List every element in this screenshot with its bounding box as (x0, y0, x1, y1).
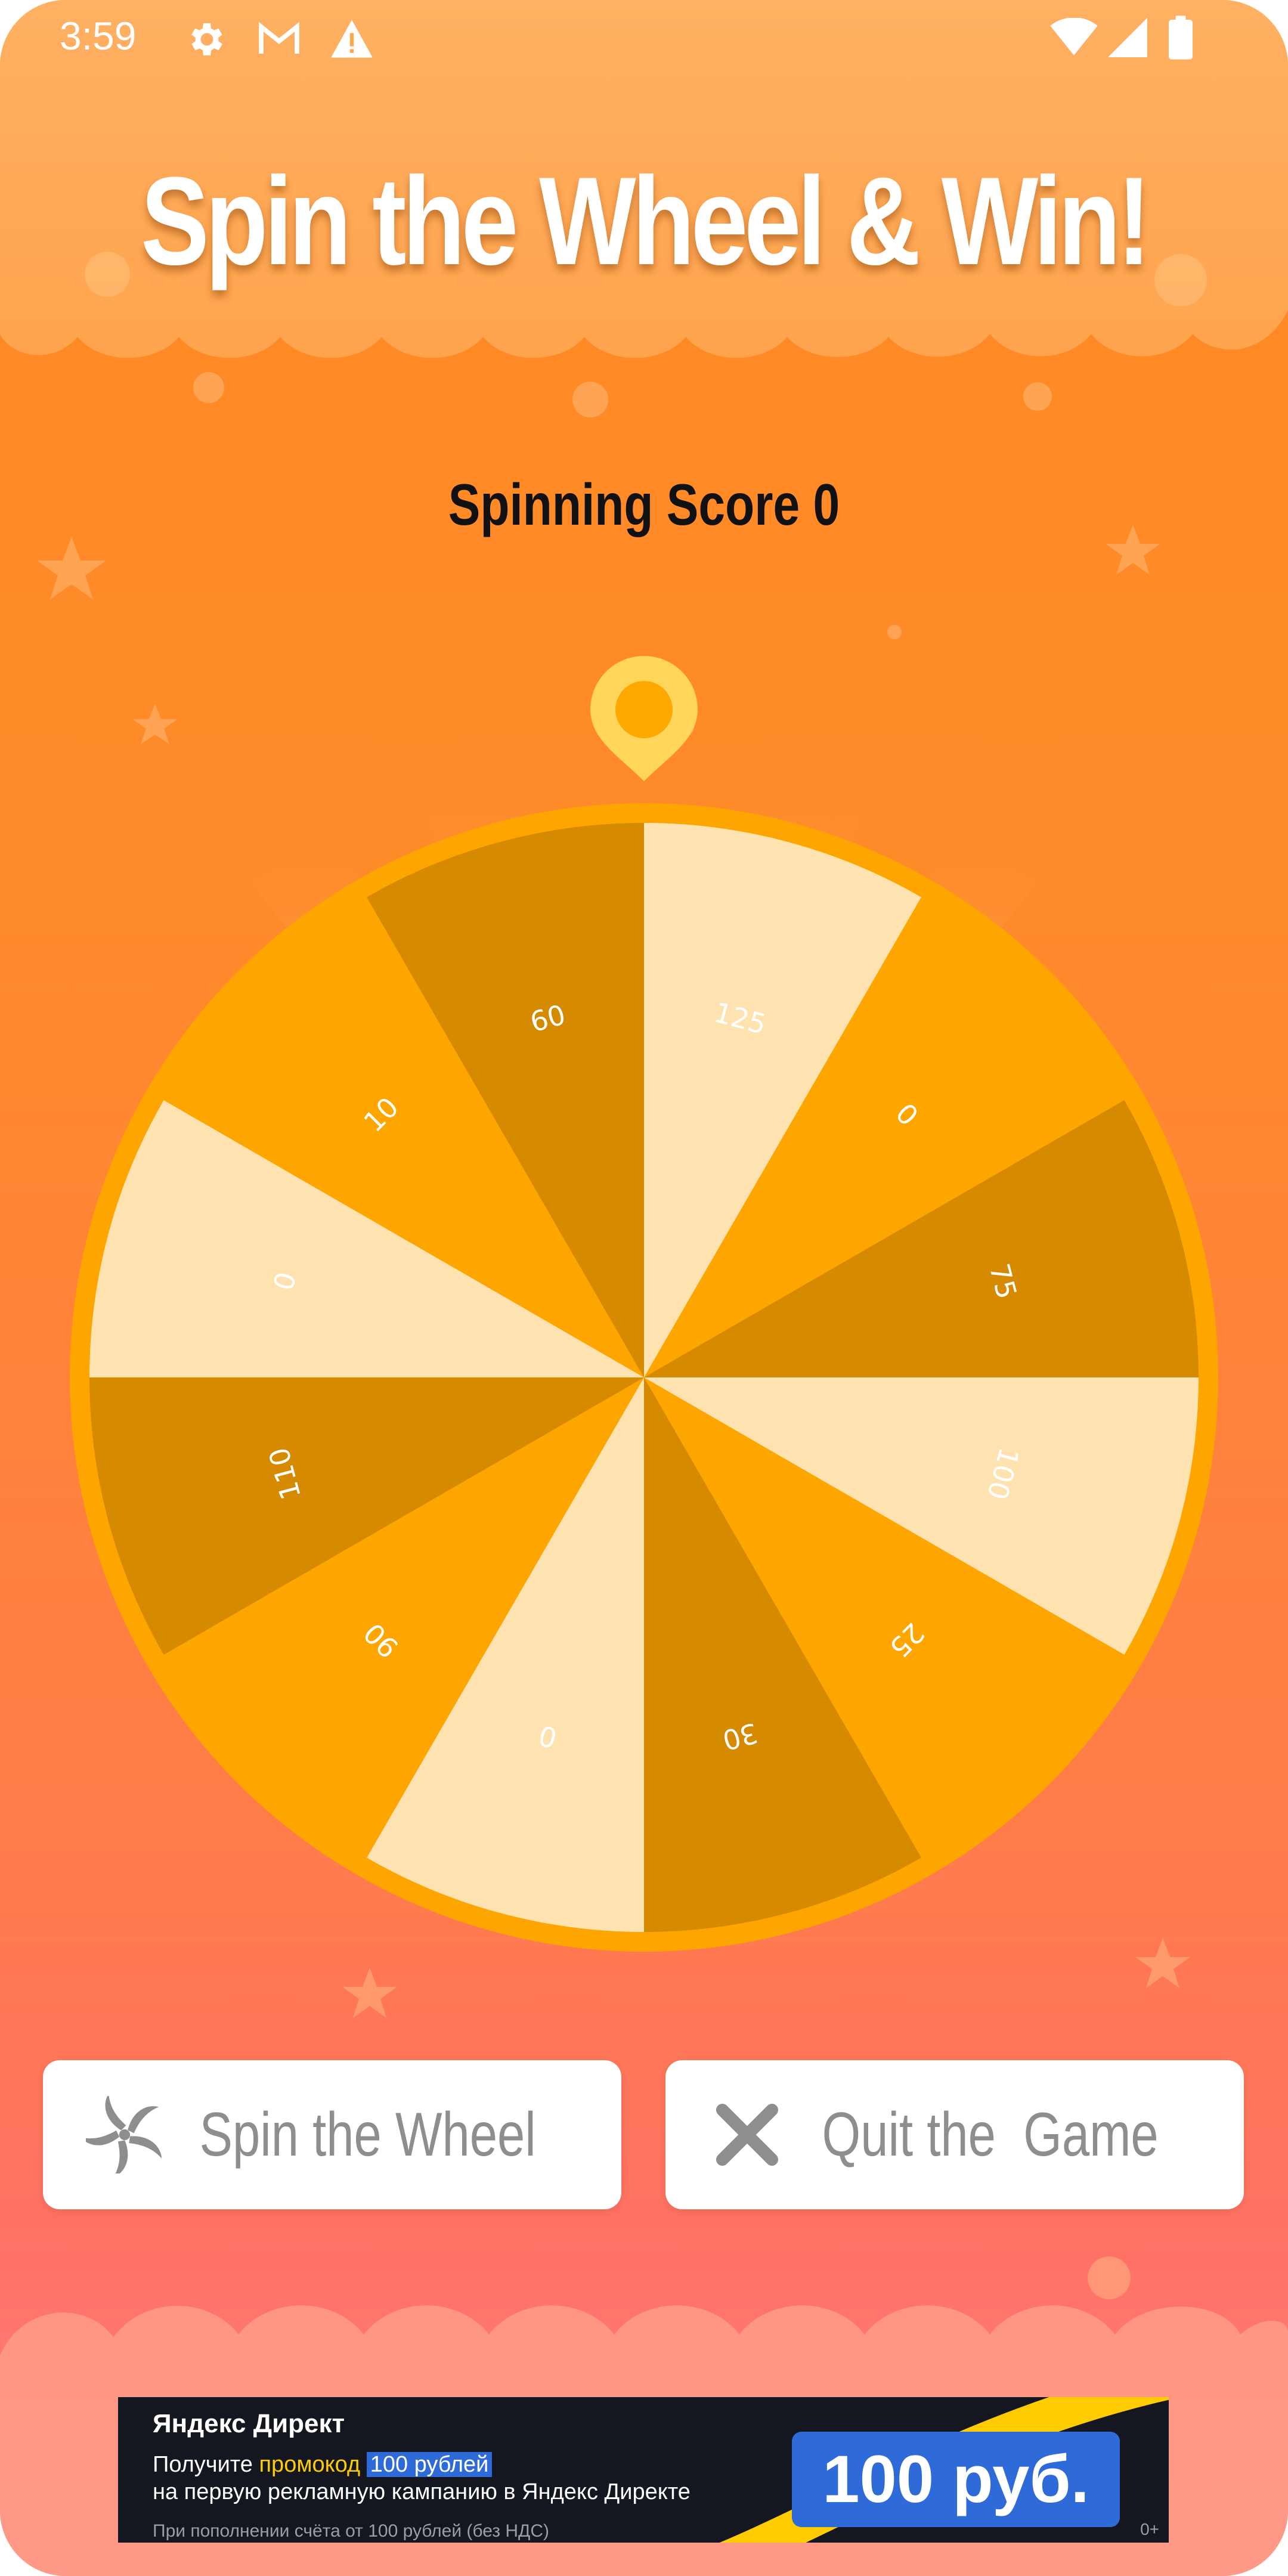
battery-icon (1169, 16, 1193, 60)
ad-line-1: Получите промокод 100 рублей (153, 2452, 493, 2478)
spin-the-wheel-button[interactable]: Spin the Wheel (43, 2060, 621, 2209)
score-value: 0 (813, 472, 840, 537)
ad-price-badge: 100 руб. (792, 2432, 1120, 2527)
ad-line-2: на первую рекламную кампанию в Яндекс Ди… (153, 2479, 691, 2504)
gmail-icon (259, 21, 299, 54)
score-label: Spinning Score (448, 472, 800, 537)
gear-icon (191, 23, 222, 55)
status-bar: 3:59 (0, 0, 1288, 78)
quit-button-label: Quit the Game (822, 2100, 1159, 2169)
close-icon (716, 2104, 779, 2166)
page-title: Spin the Wheel & Win! (141, 151, 1151, 291)
warning-icon (331, 20, 373, 58)
signal-icon (1108, 18, 1147, 57)
pinwheel-icon (86, 2096, 162, 2174)
ad-small-print: При пополнении счёта от 100 рублей (без … (153, 2521, 549, 2541)
ad-age-rating: 0+ (1140, 2520, 1159, 2538)
ad-highlight: 100 рублей (366, 2452, 493, 2477)
wheel[interactable] (89, 823, 1199, 1932)
wifi-icon (1050, 18, 1098, 55)
spin-wheel-area: 125075100253009011001060 (70, 656, 1218, 1952)
ad-banner[interactable]: Яндекс Директ Получите промокод 100 рубл… (118, 2397, 1169, 2543)
spinning-score: Spinning Score 0 (116, 471, 1172, 538)
ad-brand: Яндекс Директ (153, 2409, 345, 2438)
status-time: 3:59 (60, 14, 137, 58)
map-pin-icon (590, 656, 698, 781)
quit-the-game-button[interactable]: Quit the Game (665, 2060, 1244, 2209)
spin-button-label: Spin the Wheel (199, 2100, 537, 2169)
game-screen: 3:59 Spin the Wheel & Win! Spinning Scor… (0, 0, 1288, 2576)
ad-line-1-prefix: Получите (153, 2452, 259, 2477)
ad-promo-word: промокод (259, 2452, 361, 2477)
